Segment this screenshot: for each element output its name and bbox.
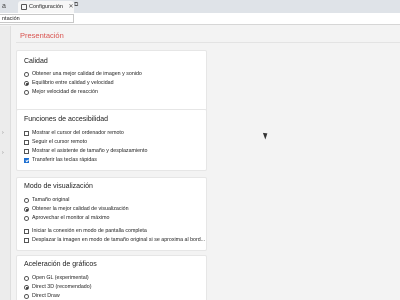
display-option-maximize[interactable]: Aprovechar el monitor al máximo (24, 215, 109, 221)
option-label: Obtener la mejor calidad de visualizació… (32, 206, 129, 212)
checkbox-icon[interactable] (24, 237, 29, 243)
option-label: Direct Draw (32, 293, 60, 299)
accessibility-option-show-cursor[interactable]: Mostrar el cursor del ordenador remoto (24, 130, 124, 136)
graphics-title: Aceleración de gráficos (24, 261, 97, 268)
option-label: Seguir el cursor remoto (32, 139, 88, 145)
option-label: Open GL (experimental) (32, 275, 89, 281)
quality-option-best[interactable]: Obtener una mejor calidad de imagen y so… (24, 71, 142, 77)
browser-tab-bar: a Configuración ✕ ⧉ (0, 0, 400, 13)
checkbox-icon[interactable] (24, 148, 29, 154)
quality-option-balanced[interactable]: Equilibrio entre calidad y velocidad (24, 80, 114, 86)
address-input[interactable]: ntación (0, 14, 74, 23)
settings-tab-icon (21, 4, 27, 10)
window-switch-icon[interactable]: ⧉ (74, 2, 82, 10)
nav-marker-1[interactable]: › (2, 130, 4, 136)
option-label: Tamaño original (32, 197, 70, 203)
checkbox-icon[interactable] (24, 157, 29, 163)
graphics-option-directdraw[interactable]: Direct Draw (24, 293, 60, 299)
radio-icon[interactable] (24, 215, 29, 221)
option-label: Obtener una mejor calidad de imagen y so… (32, 71, 142, 77)
option-label: Mostrar el asistente de tamaño y desplaz… (32, 148, 148, 154)
radio-icon[interactable] (24, 71, 29, 77)
display-option-scroll-edge[interactable]: Desplazar la imagen en modo de tamaño or… (24, 237, 205, 243)
graphics-acceleration-card: Aceleración de gráficos Open GL (experim… (16, 255, 207, 300)
option-label: Aprovechar el monitor al máximo (32, 215, 110, 221)
display-mode-title: Modo de visualización (24, 183, 93, 190)
settings-page: › › Presentación Calidad Obtener una mej… (0, 26, 400, 300)
accessibility-option-follow-cursor[interactable]: Seguir el cursor remoto (24, 139, 87, 145)
radio-icon[interactable] (24, 284, 29, 290)
option-label: Equilibrio entre calidad y velocidad (32, 80, 114, 86)
radio-icon[interactable] (24, 293, 29, 299)
nav-marker-2[interactable]: › (2, 150, 4, 156)
display-option-best[interactable]: Obtener la mejor calidad de visualizació… (24, 206, 129, 212)
radio-icon[interactable] (24, 89, 29, 95)
page-title: Presentación (20, 31, 64, 40)
left-tab[interactable]: a (0, 0, 14, 13)
accessibility-card: Funciones de accesibilidad Mostrar el cu… (16, 109, 207, 171)
display-mode-card: Modo de visualización Tamaño original Ob… (16, 177, 207, 251)
title-divider (16, 42, 400, 43)
option-label: Mostrar el cursor del ordenador remoto (32, 130, 124, 136)
quality-title: Calidad (24, 58, 48, 65)
accessibility-title: Funciones de accesibilidad (24, 116, 109, 123)
display-option-fullscreen[interactable]: Iniciar la conexión en modo de pantalla … (24, 228, 147, 234)
settings-tab[interactable]: Configuración ✕ (18, 1, 74, 13)
display-option-original[interactable]: Tamaño original (24, 197, 69, 203)
option-label: Direct 3D (recomendado) (32, 284, 92, 290)
option-label: Transferir las teclas rápidas (32, 157, 97, 163)
address-bar: ntación (0, 13, 400, 25)
option-label: Mejor velocidad de reacción (32, 89, 98, 95)
accessibility-option-hotkeys[interactable]: Transferir las teclas rápidas (24, 157, 97, 163)
checkbox-icon[interactable] (24, 228, 29, 234)
radio-icon[interactable] (24, 197, 29, 203)
option-label: Desplazar la imagen en modo de tamaño or… (32, 237, 206, 243)
radio-icon[interactable] (24, 80, 29, 86)
graphics-option-opengl[interactable]: Open GL (experimental) (24, 275, 89, 281)
option-label: Iniciar la conexión en modo de pantalla … (32, 228, 147, 234)
radio-icon[interactable] (24, 206, 29, 212)
checkbox-icon[interactable] (24, 130, 29, 136)
radio-icon[interactable] (24, 275, 29, 281)
graphics-option-direct3d[interactable]: Direct 3D (recomendado) (24, 284, 91, 290)
accessibility-option-size-assistant[interactable]: Mostrar el asistente de tamaño y desplaz… (24, 148, 147, 154)
quality-option-speed[interactable]: Mejor velocidad de reacción (24, 89, 98, 95)
tab-title: Configuración (29, 4, 63, 10)
checkbox-icon[interactable] (24, 139, 29, 145)
left-nav-strip: › › (0, 26, 11, 300)
